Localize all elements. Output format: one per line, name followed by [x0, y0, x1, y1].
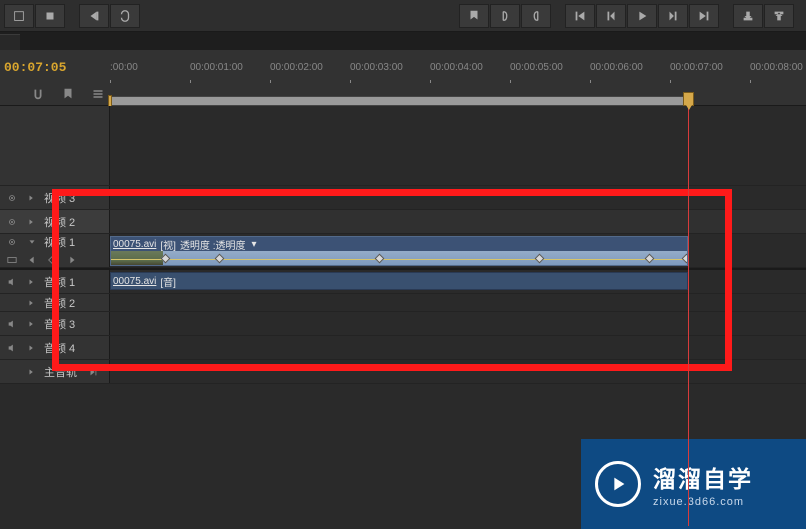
track-label: 视频 1 [44, 234, 75, 250]
ruler-mark: 00:00:02:00 [270, 62, 323, 73]
ruler-mark: 00:00:06:00 [590, 62, 643, 73]
track-audio-1: 音频 1 00075.avi [音] [0, 270, 806, 294]
watermark-title: 溜溜自学 [653, 460, 753, 494]
keyframe-diamond-icon[interactable] [44, 252, 60, 268]
track-video-2: 视频 2 [0, 210, 806, 234]
track-video-1: 视频 1 00075.avi [视] 透明度 :透明度 ▾ [0, 234, 806, 268]
go-to-out-button[interactable] [689, 4, 719, 28]
clip-name: 00075.avi [113, 276, 156, 287]
expand-track-icon[interactable] [24, 316, 40, 332]
dropdown-icon[interactable]: ▾ [252, 239, 257, 250]
mark-out-button[interactable] [521, 4, 551, 28]
track-label: 音频 3 [44, 316, 75, 332]
toggle-output-icon[interactable] [4, 234, 20, 250]
lift-button[interactable] [733, 4, 763, 28]
expand-track-icon[interactable] [24, 295, 40, 311]
expand-track-icon[interactable] [24, 364, 40, 380]
keyframe-diamond[interactable] [645, 254, 655, 264]
snap-icon[interactable] [30, 86, 46, 102]
next-keyframe-icon[interactable] [64, 252, 80, 268]
empty-space [0, 106, 806, 186]
btn-left-1[interactable] [4, 4, 34, 28]
track-video-3: 视频 3 [0, 186, 806, 210]
btn-loop[interactable] [110, 4, 140, 28]
ruler-mark: 00:00:04:00 [430, 62, 483, 73]
transport-toolbar [0, 0, 806, 32]
mute-icon[interactable] [4, 274, 20, 290]
audio-clip[interactable]: 00075.avi [音] [110, 272, 688, 290]
ruler-mark: :00:00 [110, 62, 138, 73]
sequence-tab-row [0, 32, 806, 50]
expand-track-icon[interactable] [24, 214, 40, 230]
track-master: 主音轨 [0, 360, 806, 384]
track-label: 音频 4 [44, 340, 75, 356]
ruler-mark: 00:00:07:00 [670, 62, 723, 73]
ruler-mark: 00:00:01:00 [190, 62, 243, 73]
set-display-style-icon[interactable] [4, 252, 20, 268]
mute-icon[interactable] [4, 295, 20, 311]
video-1-lane[interactable]: 00075.avi [视] 透明度 :透明度 ▾ [110, 234, 806, 267]
sequence-tab[interactable] [0, 34, 20, 50]
keyframe-diamond[interactable] [535, 254, 545, 264]
prev-keyframe-icon[interactable] [24, 252, 40, 268]
btn-left-2[interactable] [35, 4, 65, 28]
expand-track-icon[interactable] [24, 274, 40, 290]
ruler-mark: 00:00:05:00 [510, 62, 563, 73]
track-audio-4: 音频 4 [0, 336, 806, 360]
track-label: 音频 2 [44, 295, 75, 311]
keyframe-diamond[interactable] [682, 254, 688, 264]
clip-tag: [音] [160, 274, 176, 289]
current-time-display[interactable]: 00:07:05 [4, 60, 66, 75]
mute-icon[interactable] [4, 316, 20, 332]
toggle-output-icon[interactable] [4, 214, 20, 230]
playhead-handle[interactable] [683, 92, 694, 106]
opacity-rubber-band[interactable] [111, 259, 687, 260]
step-back-button[interactable] [596, 4, 626, 28]
track-label: 视频 2 [44, 214, 75, 230]
clip-tag: [视] [160, 237, 176, 252]
toggle-output-icon[interactable] [4, 190, 20, 206]
timeline-header: 00:07:05 :00:00 00:00:01:00 00:00:02:00 00:… [0, 50, 806, 106]
clip-effect: 透明度 :透明度 [180, 237, 246, 252]
time-ruler[interactable]: :00:00 00:00:01:00 00:00:02:00 00:00:03:00 0… [110, 62, 806, 80]
expand-track-icon[interactable] [24, 190, 40, 206]
ruler-mark: 00:00:08:00 [750, 62, 803, 73]
ruler-mark: 00:00:03:00 [350, 62, 403, 73]
btn-shuttle-left[interactable] [79, 4, 109, 28]
mark-in-button[interactable] [490, 4, 520, 28]
keyframe-diamond[interactable] [215, 254, 225, 264]
play-button[interactable] [627, 4, 657, 28]
video-clip[interactable]: 00075.avi [视] 透明度 :透明度 ▾ [110, 236, 688, 266]
output-icon[interactable] [85, 364, 101, 380]
mute-icon[interactable] [4, 340, 20, 356]
keyframe-diamond[interactable] [375, 254, 385, 264]
clip-name: 00075.avi [113, 239, 156, 250]
go-to-in-button[interactable] [565, 4, 595, 28]
watermark-play-icon [595, 461, 641, 507]
watermark-url: zixue.3d66.com [653, 496, 753, 508]
track-label: 视频 3 [44, 190, 75, 206]
extract-button[interactable] [764, 4, 794, 28]
watermark: 溜溜自学 zixue.3d66.com [581, 439, 806, 529]
track-audio-3: 音频 3 [0, 312, 806, 336]
expand-track-icon[interactable] [24, 340, 40, 356]
step-forward-button[interactable] [658, 4, 688, 28]
track-audio-2: 音频 2 [0, 294, 806, 312]
marker-icon[interactable] [60, 86, 76, 102]
audio-1-lane[interactable]: 00075.avi [音] [110, 270, 806, 293]
collapse-track-icon[interactable] [24, 234, 40, 250]
track-label: 主音轨 [44, 364, 77, 380]
add-marker-button[interactable] [459, 4, 489, 28]
settings-icon[interactable] [90, 86, 106, 102]
track-label: 音频 1 [44, 274, 75, 290]
